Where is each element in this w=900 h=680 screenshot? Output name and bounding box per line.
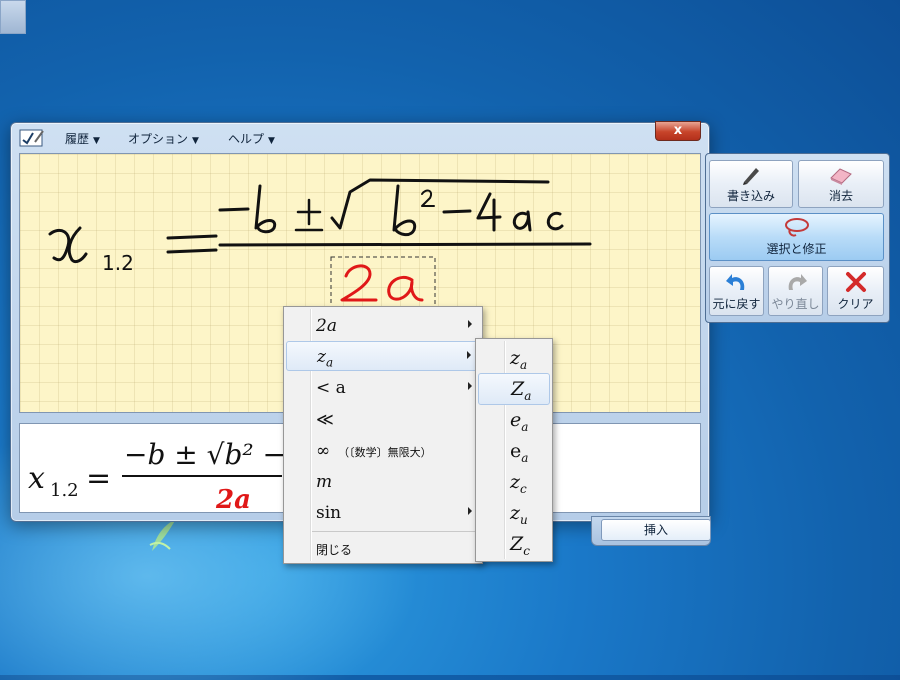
lasso-icon — [784, 218, 809, 237]
desktop-icon[interactable] — [0, 0, 26, 34]
write-button[interactable]: 書き込み — [709, 160, 793, 208]
preview-lhs-var: x — [28, 461, 45, 496]
select-and-correct-button[interactable]: 選択と修正 — [709, 213, 884, 261]
chevron-down-icon: ▼ — [93, 136, 100, 146]
sub-item-ea-upright[interactable]: ea — [478, 436, 550, 466]
sub-item-zu[interactable]: zu — [478, 498, 550, 528]
close-button[interactable]: x — [655, 121, 701, 141]
ctx-item-less-a[interactable]: < a — [286, 373, 480, 401]
close-icon: x — [673, 123, 683, 138]
undo-icon — [725, 274, 744, 290]
sub-item-za[interactable]: za — [478, 343, 550, 373]
ctx-item-2a[interactable]: 2a — [286, 311, 480, 339]
erase-button[interactable]: 消去 — [798, 160, 884, 208]
redo-icon — [788, 274, 807, 290]
menu-options[interactable]: オプション ▼ — [128, 130, 199, 147]
correction-context-menu: 2a za < a ≪ ∞ （〔数学〕無限大） m sin 閉じる — [283, 306, 483, 564]
menu-bar: 履歴 ▼ オプション ▼ ヘルプ ▼ x — [11, 121, 709, 151]
pen-icon — [743, 168, 759, 185]
submenu-arrow-icon — [467, 351, 471, 359]
menu-history[interactable]: 履歴 ▼ — [65, 130, 100, 147]
insert-button[interactable]: 挿入 — [601, 519, 711, 541]
sub-item-Za[interactable]: Za — [478, 373, 550, 405]
sub-item-Zc[interactable]: Zc — [478, 529, 550, 559]
menu-help[interactable]: ヘルプ ▼ — [228, 130, 275, 147]
preview-numerator: −b ± √b² − — [124, 438, 286, 471]
chevron-down-icon: ▼ — [192, 136, 199, 146]
ctx-item-za[interactable]: za — [286, 341, 480, 371]
submenu-arrow-icon — [468, 507, 472, 515]
ctx-item-m[interactable]: m — [286, 467, 480, 495]
math-input-app-icon — [19, 129, 44, 147]
correction-submenu: za Za ea ea zc zu Zc — [475, 338, 553, 562]
ctx-item-much-less[interactable]: ≪ — [286, 405, 480, 433]
redo-button[interactable]: やり直し — [768, 266, 823, 316]
submenu-arrow-icon — [468, 320, 472, 328]
correction-strokes — [340, 264, 424, 302]
eraser-icon — [830, 168, 852, 185]
undo-button[interactable]: 元に戻す — [709, 266, 764, 316]
handwriting-lhs-sub: 1.2 — [102, 251, 134, 275]
ctx-close[interactable]: 閉じる — [286, 535, 480, 563]
clear-button[interactable]: クリア — [827, 266, 884, 316]
tool-panel: 書き込み 消去 選択と修正 元に戻す やり直し クリア — [705, 153, 890, 323]
submenu-arrow-icon — [468, 382, 472, 390]
ctx-item-sin[interactable]: sin — [286, 498, 480, 526]
chevron-down-icon: ▼ — [268, 136, 275, 146]
menu-separator — [312, 531, 478, 532]
preview-denominator: 2a — [215, 485, 251, 512]
clear-x-icon — [845, 272, 866, 292]
sub-item-zc[interactable]: zc — [478, 467, 550, 497]
sub-item-ea[interactable]: ea — [478, 405, 550, 435]
preview-equals: = — [86, 461, 111, 496]
preview-lhs-sub: 1.2 — [50, 480, 79, 501]
ctx-item-infinity[interactable]: ∞ （〔数学〕無限大） — [286, 436, 480, 464]
